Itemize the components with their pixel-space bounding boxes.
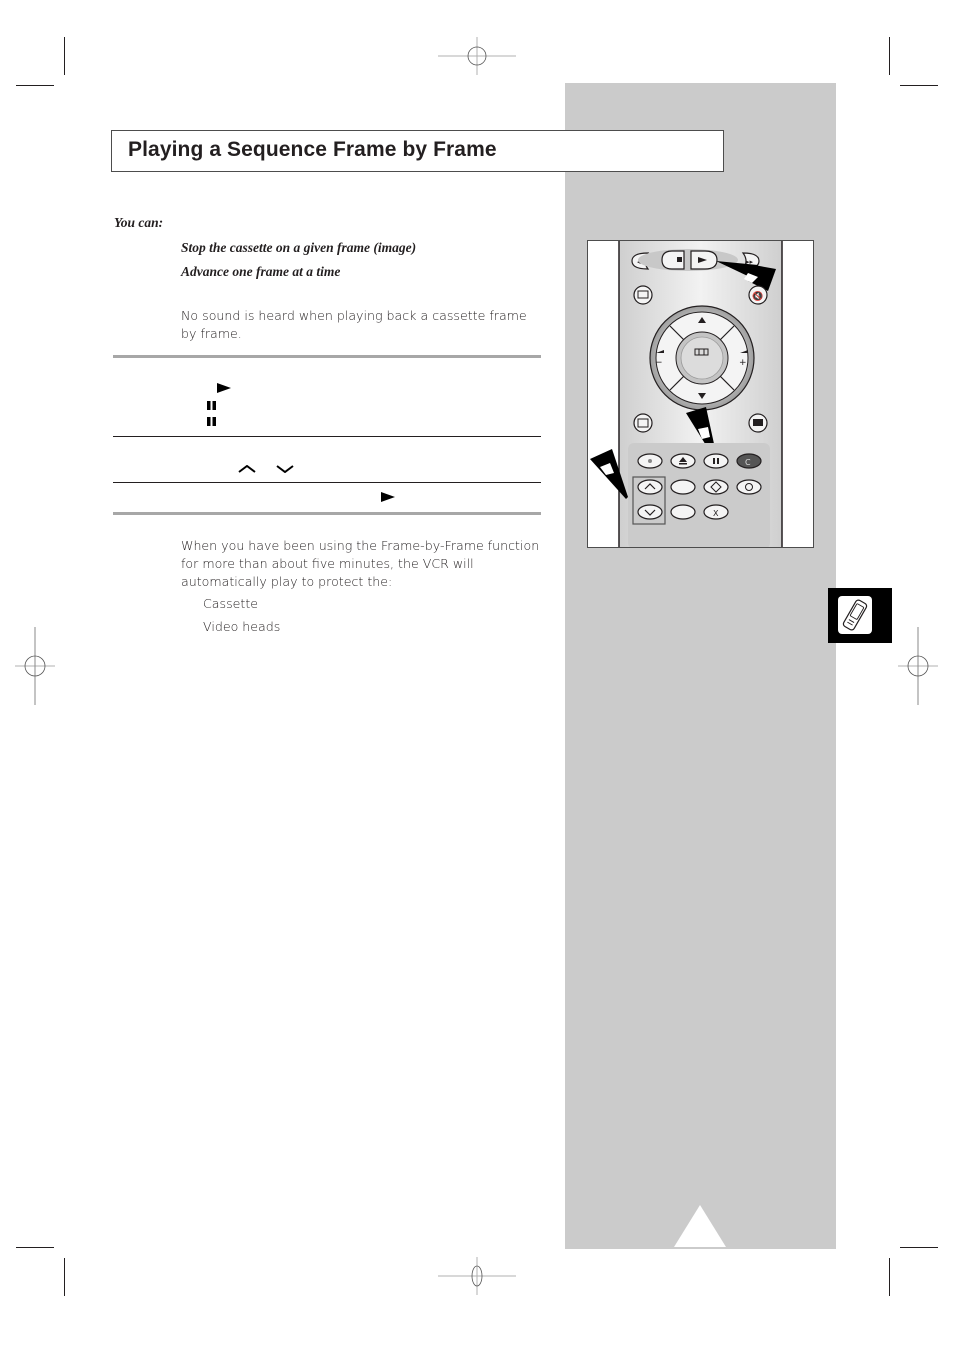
remote-control-icon [842,599,868,631]
play-icon [217,383,231,393]
registration-mark [438,37,516,75]
crop-mark [64,1258,65,1296]
crop-mark [889,37,890,75]
crop-mark [900,1247,938,1248]
pause-icon [207,417,216,426]
up-button [637,479,663,495]
step-divider [113,436,541,437]
svg-text:+: + [739,358,747,368]
eject-button [670,453,696,469]
crop-mark [64,37,65,75]
pause-icon [207,401,216,410]
page-title: Playing a Sequence Frame by Frame [128,138,497,161]
cancel-button: X [703,504,729,520]
svg-text:🔇: 🔇 [752,290,763,302]
crop-mark [16,1247,54,1248]
registration-mark [898,627,938,705]
record-button [637,453,663,469]
remote-illustration: ◂◂ ▸▸ 🔇 [587,240,814,548]
play-icon [381,492,395,502]
section-divider [113,355,541,358]
blank-button [670,504,696,520]
chevron-up-icon [238,465,256,473]
title-box: Playing a Sequence Frame by Frame [111,130,724,172]
chevron-down-icon [276,465,294,473]
down-button [637,504,663,520]
mute-button: 🔇 [748,285,768,305]
play-button [690,250,718,270]
crop-mark [900,85,938,86]
chapter-icon-box [838,596,872,634]
svg-text:X: X [713,509,719,518]
registration-mark [15,627,55,705]
timer-button [736,479,762,495]
chapter-tab [828,588,892,643]
display-button [633,413,653,433]
navigation-pad: − + [649,305,755,411]
intro-item: Advance one frame at a time [181,264,341,279]
page-marker-triangle [674,1205,726,1247]
step-divider [113,482,541,483]
clear-button: C [736,453,762,469]
svg-text:C: C [745,458,751,467]
intro-lead: You can: [114,215,164,230]
crop-mark [16,85,54,86]
auto-play-note: When you have been using the Frame-by-Fr… [181,538,540,589]
tv-vcr-button [633,285,653,305]
crop-mark [889,1258,890,1296]
stop-button [661,250,685,270]
blank-button [670,479,696,495]
protected-item: Cassette [203,596,259,611]
intro-note: No sound is heard when playing back a ca… [181,308,527,341]
svg-text:−: − [655,358,663,368]
pause-button [703,453,729,469]
intro-item: Stop the cassette on a given frame (imag… [181,240,417,255]
index-button [703,479,729,495]
registration-mark [438,1257,516,1295]
remote-control-drawing: ◂◂ ▸▸ 🔇 [590,241,783,547]
protected-item: Video heads [203,619,281,634]
section-divider [113,512,541,515]
picture-button [748,413,768,433]
